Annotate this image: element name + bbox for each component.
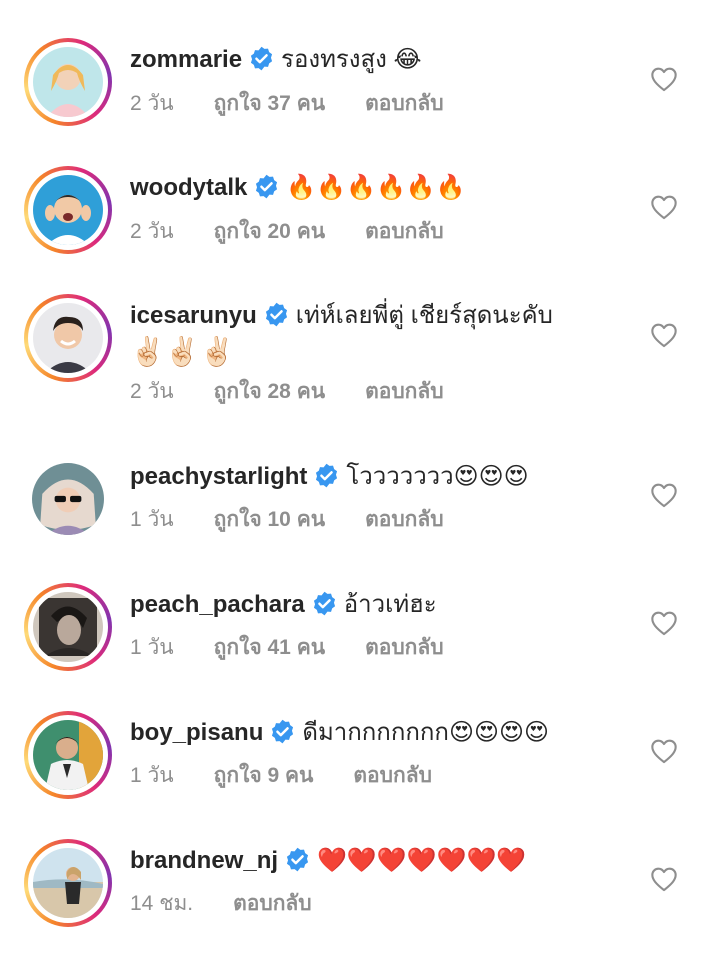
- heart-outline-icon[interactable]: [650, 66, 678, 92]
- heart-outline-icon[interactable]: [650, 610, 678, 636]
- avatar-image: [33, 720, 103, 790]
- comment-time: 2 วัน: [130, 92, 174, 115]
- username-link[interactable]: peachystarlight: [130, 463, 307, 490]
- heart-outline-icon[interactable]: [650, 482, 678, 508]
- avatar[interactable]: [24, 166, 112, 254]
- verified-badge-icon: [253, 173, 280, 200]
- reply-button[interactable]: ตอบกลับ: [365, 218, 444, 246]
- comment-text: รองทรงสูง 😂: [281, 46, 422, 73]
- avatar[interactable]: [24, 711, 112, 799]
- comment-meta: 1 วัน ถูกใจ 10 คน ตอบกลับ: [130, 506, 444, 534]
- reply-button[interactable]: ตอบกลับ: [365, 634, 444, 662]
- avatar-image: [33, 303, 103, 373]
- comment-meta: 14 ชม. ตอบกลับ: [130, 890, 312, 918]
- reply-button[interactable]: ตอบกลับ: [353, 762, 432, 790]
- heart-outline-icon[interactable]: [650, 738, 678, 764]
- avatar[interactable]: [24, 294, 112, 382]
- comment-meta: 2 วัน ถูกใจ 20 คน ตอบกลับ: [130, 218, 444, 246]
- comment-text: เท่ห์เลยพี่ตู่ เชียร์สุดนะคับ: [295, 302, 553, 329]
- comment-text: ❤️❤️❤️❤️❤️❤️❤️: [317, 847, 527, 874]
- username-link[interactable]: zommarie: [130, 46, 242, 73]
- heart-outline-icon[interactable]: [650, 322, 678, 348]
- comment-text: โววววววว😍😍😍: [346, 463, 529, 490]
- avatar[interactable]: [24, 455, 112, 543]
- avatar-image: [33, 592, 103, 662]
- comment-text-continued: ✌🏻✌🏻✌🏻: [130, 336, 235, 367]
- comment-text: 🔥🔥🔥🔥🔥🔥: [286, 174, 466, 201]
- comment-time: 2 วัน: [130, 220, 174, 243]
- avatar[interactable]: [24, 38, 112, 126]
- verified-badge-icon: [269, 718, 296, 745]
- verified-badge-icon: [284, 846, 311, 873]
- username-link[interactable]: icesarunyu: [130, 302, 257, 329]
- like-count-button[interactable]: ถูกใจ 10 คน: [214, 506, 325, 534]
- comment-line: icesarunyu เท่ห์เลยพี่ตู่ เชียร์สุดนะคับ: [130, 298, 630, 334]
- like-count-button[interactable]: ถูกใจ 28 คน: [214, 378, 325, 406]
- username-link[interactable]: boy_pisanu: [130, 719, 263, 746]
- verified-badge-icon: [248, 45, 275, 72]
- comment-text: อ้าวเท่ฮะ: [343, 591, 437, 618]
- heart-outline-icon[interactable]: [650, 866, 678, 892]
- like-count-button[interactable]: ถูกใจ 37 คน: [214, 90, 325, 118]
- verified-badge-icon: [313, 462, 340, 489]
- comment-meta: 2 วัน ถูกใจ 28 คน ตอบกลับ: [130, 378, 444, 406]
- username-link[interactable]: brandnew_nj: [130, 847, 278, 874]
- verified-badge-icon: [263, 301, 290, 328]
- like-count-button[interactable]: ถูกใจ 9 คน: [214, 762, 314, 790]
- reply-button[interactable]: ตอบกลับ: [365, 378, 444, 406]
- comment-time: 1 วัน: [130, 508, 174, 531]
- avatar-image: [33, 848, 103, 918]
- like-count-button[interactable]: ถูกใจ 20 คน: [214, 218, 325, 246]
- reply-button[interactable]: ตอบกลับ: [365, 506, 444, 534]
- comment-line: boy_pisanu ดีมากกกกกกก😍😍😍😍: [130, 715, 630, 751]
- comment-time: 2 วัน: [130, 380, 174, 403]
- verified-badge-icon: [311, 590, 338, 617]
- comment-time: 14 ชม.: [130, 892, 194, 915]
- comment-time: 1 วัน: [130, 764, 174, 787]
- comment-meta: 1 วัน ถูกใจ 9 คน ตอบกลับ: [130, 762, 432, 790]
- comment-meta: 2 วัน ถูกใจ 37 คน ตอบกลับ: [130, 90, 444, 118]
- comment-text: ดีมากกกกกกก😍😍😍😍: [302, 719, 550, 746]
- username-link[interactable]: woodytalk: [130, 174, 247, 201]
- avatar-image: [33, 175, 103, 245]
- heart-outline-icon[interactable]: [650, 194, 678, 220]
- comment-line: peach_pachara อ้าวเท่ฮะ: [130, 587, 630, 623]
- avatar-image: [32, 463, 104, 535]
- comment-line: peachystarlight โววววววว😍😍😍: [130, 459, 630, 495]
- avatar[interactable]: [24, 839, 112, 927]
- comment-meta: 1 วัน ถูกใจ 41 คน ตอบกลับ: [130, 634, 444, 662]
- comment-line: woodytalk 🔥🔥🔥🔥🔥🔥: [130, 170, 630, 206]
- avatar-image: [33, 47, 103, 117]
- comment-line: zommarie รองทรงสูง 😂: [130, 42, 630, 78]
- reply-button[interactable]: ตอบกลับ: [365, 90, 444, 118]
- like-count-button[interactable]: ถูกใจ 41 คน: [214, 634, 325, 662]
- username-link[interactable]: peach_pachara: [130, 591, 305, 618]
- comment-line: brandnew_nj ❤️❤️❤️❤️❤️❤️❤️: [130, 843, 630, 879]
- avatar[interactable]: [24, 583, 112, 671]
- comment-time: 1 วัน: [130, 636, 174, 659]
- reply-button[interactable]: ตอบกลับ: [233, 890, 312, 918]
